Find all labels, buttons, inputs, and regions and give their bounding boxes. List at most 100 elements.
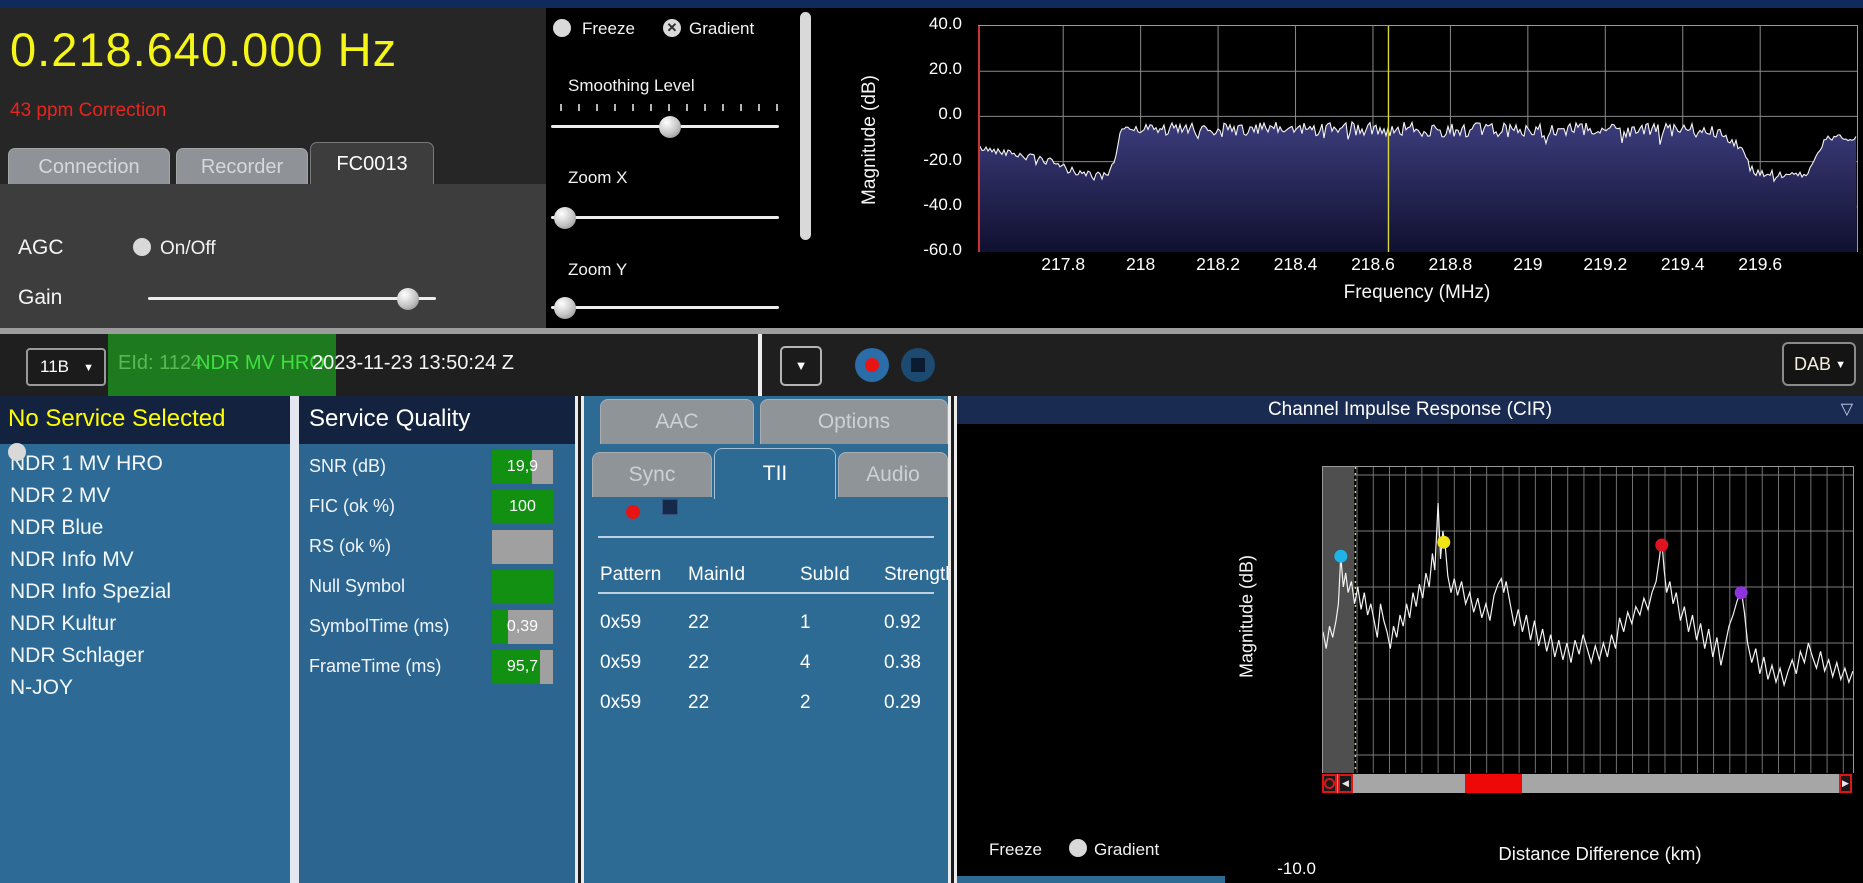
spectrum-zoomy-handle[interactable] (554, 297, 576, 319)
quality-value (492, 530, 553, 564)
service-item[interactable]: NDR Info Spezial (10, 580, 171, 604)
tii-cell-value: 0x59 (600, 652, 642, 673)
spectrum-gradient-checkbox[interactable]: ✕ (663, 19, 681, 37)
top-title-strip (0, 0, 1863, 8)
quality-label: FIC (ok %) (309, 496, 396, 516)
tab-fc0013[interactable]: FC0013 (310, 142, 434, 185)
service-item[interactable]: NDR 2 MV (10, 484, 110, 508)
spectrum-ytick: 40.0 (928, 14, 962, 33)
cir-title-bar: Channel Impulse Response (CIR) ▽ (957, 396, 1863, 424)
spectrum-ytick: -40.0 (923, 194, 962, 214)
scroll-right-button[interactable]: ▶ (1839, 774, 1852, 793)
spectrum-plot (978, 25, 1858, 252)
spectrum-zoomx-slider[interactable] (551, 216, 779, 219)
tii-cell-value: 0x59 (600, 692, 642, 713)
cir-horizontal-scrollbar[interactable]: ◀ ▶ (1322, 774, 1852, 793)
status-bar: 11B ▼ EId: 1124 NDR MV HRO 2023-11-23 13… (0, 334, 1863, 396)
tii-header-underline (598, 592, 934, 594)
tii-column-header: SubId (800, 564, 850, 585)
mode-select[interactable]: DAB ▼ (1782, 342, 1856, 386)
spectrum-smoothing-ticks (560, 104, 778, 111)
tii-cell-value: 0x59 (600, 612, 642, 633)
service-item[interactable]: NDR Schlager (10, 644, 144, 668)
scroll-red-segment[interactable] (1465, 774, 1522, 793)
cir-controls-panel (957, 424, 1225, 876)
quality-value: 19,9 (506, 458, 539, 475)
record-indicator-icon[interactable] (626, 505, 640, 519)
gain-label: Gain (18, 286, 63, 309)
quality-bar: 0,39 (492, 610, 553, 644)
tab-sync[interactable]: Sync (592, 452, 712, 497)
spectrum-xtick: 218 (1126, 254, 1156, 274)
service-item[interactable]: NDR Info MV (10, 548, 134, 572)
tii-cell-value: 2 (800, 692, 811, 713)
spectrum-xtick: 218.2 (1196, 254, 1240, 274)
quality-bar: 19,9 (492, 450, 553, 484)
collapse-triangle-icon[interactable]: ▽ (1841, 399, 1853, 419)
tuner-panel: 0.218.640.000 Hz 43 ppm Correction Conne… (0, 8, 546, 336)
tii-column-header: Strength (884, 564, 948, 585)
agc-onoff-radio[interactable] (133, 238, 151, 256)
cir-freeze-label: Freeze (989, 840, 1042, 859)
ensemble-name: NDR MV HRO (196, 352, 325, 374)
scroll-home-button[interactable] (1322, 774, 1337, 793)
cir-freeze-radio[interactable] (8, 443, 26, 461)
tii-cell-value: 0.38 (884, 652, 921, 673)
record-button[interactable] (855, 348, 889, 382)
cir-gradient-radio[interactable] (1069, 839, 1087, 857)
service-item[interactable]: N-JOY (10, 676, 73, 700)
spectrum-xtick: 218.8 (1428, 254, 1473, 274)
spectrum-smoothing-handle[interactable] (659, 116, 681, 138)
stop-button[interactable] (901, 348, 935, 382)
tab-tii[interactable]: TII (714, 448, 836, 499)
quality-row: SNR (dB) 19,9 (299, 448, 575, 486)
quality-label: SNR (dB) (309, 456, 387, 476)
gain-slider-handle[interactable] (397, 288, 419, 310)
tii-cell-value: 22 (688, 612, 710, 633)
tab-connection[interactable]: Connection (8, 148, 170, 185)
tab-options[interactable]: Options (760, 399, 948, 444)
divider (598, 536, 934, 538)
quality-row: Null Symbol (299, 568, 575, 606)
spectrum-xtick: 219 (1513, 254, 1543, 274)
tii-panel: AAC Options Sync TII Audio Pattern MainId SubI… (584, 396, 948, 883)
tab-recorder[interactable]: Recorder (176, 148, 308, 185)
app-window: 0.218.640.000 Hz 43 ppm Correction Conne… (0, 0, 1863, 883)
quality-bar (492, 570, 553, 604)
tab-aac[interactable]: AAC (600, 399, 754, 444)
scroll-left-button[interactable]: ◀ (1338, 774, 1353, 793)
quality-value (492, 570, 553, 604)
panel-divider[interactable] (575, 396, 584, 883)
frequency-readout: 0.218.640.000 Hz (10, 23, 398, 76)
spectrum-freeze-radio[interactable] (553, 19, 571, 37)
stop-indicator-icon[interactable] (662, 499, 678, 515)
quality-value: 0,39 (506, 618, 539, 635)
gain-slider-track[interactable] (148, 297, 436, 300)
quality-label: FrameTime (ms) (309, 656, 442, 676)
service-item[interactable]: NDR Blue (10, 516, 103, 540)
service-item[interactable]: NDR 1 MV HRO (10, 452, 163, 476)
channel-select[interactable]: 11B ▼ (26, 348, 106, 386)
dropdown-button[interactable]: ▼ (780, 346, 822, 386)
spectrum-xtick: 219.6 (1738, 254, 1783, 274)
panel-divider[interactable] (290, 396, 299, 883)
ensemble-id: EId: 1124 (118, 352, 203, 374)
spectrum-vertical-scrollbar[interactable] (800, 12, 811, 240)
quality-value: 100 (509, 498, 536, 515)
tii-cell-value: 0.29 (884, 692, 921, 713)
service-list-panel: No Service Selected NDR 1 MV HRO NDR 2 MV… (0, 396, 290, 883)
spectrum-ytick: -20.0 (923, 149, 962, 169)
quality-label: SymbolTime (ms) (309, 616, 450, 636)
service-list-header: No Service Selected (0, 396, 290, 444)
panel-divider[interactable] (948, 396, 957, 883)
spectrum-zoomx-handle[interactable] (554, 207, 576, 229)
cir-bottom-strip (957, 876, 1225, 883)
quality-bar: 100 (492, 490, 553, 524)
tab-audio[interactable]: Audio (838, 452, 948, 497)
cir-title: Channel Impulse Response (CIR) (1267, 399, 1553, 420)
spectrum-zoomy-slider[interactable] (551, 306, 779, 309)
spectrum-xtick: 218.6 (1351, 254, 1395, 274)
service-item[interactable]: NDR Kultur (10, 612, 116, 636)
chevron-down-icon: ▼ (794, 358, 808, 373)
cir-plot (1322, 466, 1854, 773)
